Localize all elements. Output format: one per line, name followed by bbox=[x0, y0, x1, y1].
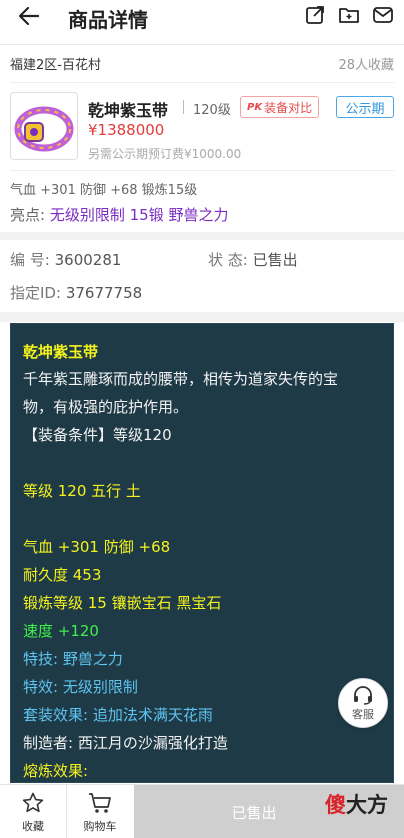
deposit-note: 另需公示期预订费¥1000.00 bbox=[88, 147, 242, 161]
cart-label: 购物车 bbox=[83, 819, 117, 833]
designated-id-row: 指定ID: 37677758 bbox=[10, 282, 142, 303]
serial-value: 3600281 bbox=[54, 251, 122, 269]
item-thumbnail[interactable] bbox=[10, 92, 78, 160]
section-gap bbox=[0, 312, 404, 322]
detail-line: 特效: 无级别限制 bbox=[23, 678, 138, 696]
favorite-count: 28人收藏 bbox=[338, 58, 394, 73]
detail-line: 特技: 野兽之力 bbox=[23, 650, 123, 668]
share-icon bbox=[306, 6, 324, 24]
detail-line: 耐久度 453 bbox=[23, 566, 102, 584]
public-period-badge: 公示期 bbox=[336, 96, 394, 118]
status-value: 已售出 bbox=[252, 251, 298, 269]
arrow-left-icon bbox=[18, 6, 40, 26]
watermark-red: 傻 bbox=[325, 793, 346, 817]
page-title: 商品详情 bbox=[68, 8, 148, 32]
bottom-action-bar: 收藏 购物车 已售出 傻大方 bbox=[0, 784, 404, 838]
cart-icon bbox=[89, 792, 111, 813]
designated-id-value: 37677758 bbox=[65, 284, 143, 302]
detail-line: 套装效果: 追加法术满天花雨 bbox=[23, 706, 213, 724]
back-button[interactable] bbox=[14, 2, 44, 30]
item-stats: 气血 +301 防御 +68 锻炼15级 bbox=[10, 183, 198, 198]
share-button[interactable] bbox=[304, 4, 326, 26]
watermark: 傻大方 bbox=[325, 789, 388, 819]
pk-icon: PK bbox=[247, 101, 263, 113]
detail-line: 乾坤紫玉带 bbox=[23, 343, 99, 361]
folder-icon bbox=[339, 8, 359, 23]
detail-line: 物，有极强的庇护作用。 bbox=[23, 398, 189, 416]
favorite-button[interactable]: 收藏 bbox=[0, 785, 66, 838]
detail-line: 等级 120 五行 土 bbox=[23, 482, 141, 500]
item-level: 120级 bbox=[193, 103, 231, 118]
compare-equipment-button[interactable]: PK 装备对比 bbox=[240, 96, 320, 118]
favorite-label: 收藏 bbox=[22, 819, 44, 833]
cart-button[interactable]: 购物车 bbox=[67, 785, 133, 838]
highlight-tag: 无级别限制 bbox=[49, 206, 125, 224]
detail-line: 【装备条件】等级120 bbox=[23, 426, 172, 444]
server-name: 福建2区-百花村 bbox=[10, 58, 101, 73]
detail-line: 千年紫玉雕琢而成的腰带，相传为道家失传的宝 bbox=[23, 370, 339, 388]
belt-item-icon bbox=[14, 106, 74, 152]
sold-out-label: 已售出 bbox=[231, 803, 277, 822]
section-gap bbox=[0, 232, 404, 240]
star-icon bbox=[22, 792, 44, 812]
folder-button[interactable] bbox=[338, 4, 360, 26]
highlights-label: 亮点: bbox=[10, 206, 46, 224]
compare-label: 装备对比 bbox=[264, 100, 313, 115]
highlight-tag: 野兽之力 bbox=[168, 206, 229, 224]
status-row: 状 态: 已售出 bbox=[208, 249, 298, 270]
detail-line: 气血 +301 防御 +68 bbox=[23, 538, 171, 556]
header-divider bbox=[0, 44, 404, 45]
divider bbox=[10, 170, 394, 171]
mail-icon bbox=[373, 7, 393, 23]
headset-icon bbox=[354, 685, 372, 705]
highlight-tag: 15锻 bbox=[129, 206, 164, 224]
customer-service-button[interactable]: 客服 bbox=[338, 678, 388, 728]
customer-service-label: 客服 bbox=[352, 707, 374, 721]
detail-line: 熔炼效果: bbox=[23, 762, 89, 780]
serial-label: 编 号: bbox=[10, 251, 50, 269]
item-description-panel: 乾坤紫玉带 千年紫玉雕琢而成的腰带，相传为道家失传的宝 物，有极强的庇护作用。 … bbox=[10, 323, 394, 783]
message-button[interactable] bbox=[372, 4, 394, 26]
watermark-black: 大方 bbox=[346, 793, 388, 817]
server-row: 福建2区-百花村 28人收藏 bbox=[0, 48, 404, 76]
highlights: 亮点: 无级别限制 15锻 野兽之力 bbox=[10, 204, 229, 225]
price: ¥1388000 bbox=[88, 121, 165, 139]
designated-id-label: 指定ID: bbox=[10, 284, 62, 302]
item-name: 乾坤紫玉带 bbox=[88, 101, 169, 120]
detail-line: 锻炼等级 15 镶嵌宝石 黑宝石 bbox=[23, 594, 222, 612]
separator bbox=[183, 100, 184, 114]
detail-line: 速度 +120 bbox=[23, 622, 99, 640]
status-label: 状 态: bbox=[208, 251, 248, 269]
detail-line: 制造者: 西江月の沙漏强化打造 bbox=[23, 734, 228, 752]
top-bar: 商品详情 bbox=[0, 0, 404, 32]
serial-number-row: 编 号: 3600281 bbox=[10, 249, 121, 270]
divider bbox=[10, 82, 394, 83]
